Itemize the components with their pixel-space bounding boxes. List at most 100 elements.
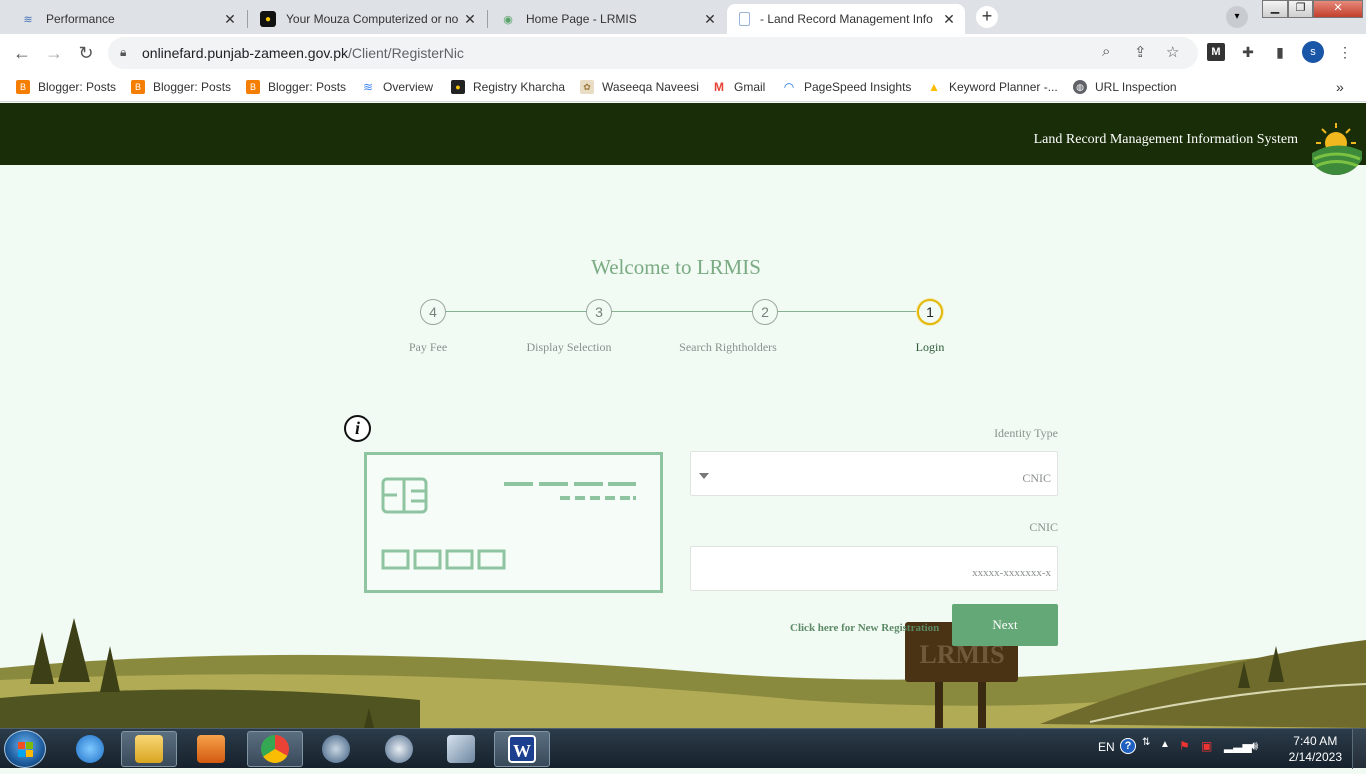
system-tray: EN ? ⇅ ▲ ⚑ ▣ ▂▃▅ 🔊︎ 7:40 AM 2/14/2023 bbox=[1076, 729, 1366, 769]
bookmark-star-icon[interactable]: ☆ bbox=[1166, 43, 1179, 61]
close-icon[interactable]: ✕ bbox=[700, 11, 720, 28]
network-warning-icon[interactable]: ▣ bbox=[1201, 739, 1212, 753]
extensions-puzzle-icon[interactable]: ✚ bbox=[1239, 43, 1257, 61]
taskbar-media-center[interactable] bbox=[308, 731, 364, 767]
lrmis-logo bbox=[1306, 113, 1366, 175]
bookmark-keyword-planner[interactable]: ▲ Keyword Planner -... bbox=[927, 77, 1058, 97]
windows-logo-icon bbox=[18, 742, 33, 757]
overview-icon: ≋ bbox=[362, 80, 374, 94]
lock-icon[interactable]: 🔒︎ bbox=[120, 45, 126, 60]
tab-title: Home Page - LRMIS bbox=[526, 12, 637, 26]
bookmark-label: PageSpeed Insights bbox=[804, 80, 912, 94]
share-icon[interactable]: ⇪ bbox=[1134, 43, 1147, 61]
folder-icon bbox=[135, 735, 163, 763]
bookmark-waseeqa-naveesi[interactable]: ✿ Waseeqa Naveesi bbox=[580, 77, 699, 97]
blogger-icon: B bbox=[246, 80, 260, 94]
bookmark-url-inspection[interactable]: ◍ URL Inspection bbox=[1073, 77, 1177, 97]
bookmark-label: Blogger: Posts bbox=[268, 80, 347, 94]
bookmarks-overflow-icon[interactable]: » bbox=[1336, 77, 1344, 97]
keyboard-settings-icon[interactable]: ⇅ bbox=[1142, 737, 1150, 748]
cnic-input[interactable]: xxxxx-xxxxxxx-x bbox=[690, 546, 1058, 591]
volume-icon[interactable]: 🔊︎ bbox=[1250, 738, 1258, 754]
action-center-flag-icon[interactable]: ⚑ bbox=[1179, 739, 1190, 753]
minimize-button[interactable]: ▁ bbox=[1262, 0, 1288, 18]
show-desktop-button[interactable] bbox=[1352, 729, 1366, 769]
close-icon[interactable]: ✕ bbox=[460, 11, 480, 28]
yellow-app-icon: ● bbox=[260, 11, 276, 27]
tab-performance[interactable]: ≋ Performance ✕ bbox=[8, 4, 246, 34]
id-card-illustration bbox=[364, 452, 663, 593]
help-icon[interactable]: ? bbox=[1120, 738, 1136, 754]
forward-arrow-icon[interactable]: → bbox=[42, 42, 66, 66]
word-icon: W bbox=[508, 735, 536, 763]
language-indicator[interactable]: EN bbox=[1098, 740, 1115, 754]
browser-toolbar: ← → ↻ 🔒︎ onlinefard.punjab-zameen.gov.pk… bbox=[0, 34, 1366, 72]
bookmark-label: Blogger: Posts bbox=[153, 80, 232, 94]
bookmark-pagespeed[interactable]: ◠ PageSpeed Insights bbox=[782, 77, 912, 97]
start-button[interactable] bbox=[4, 730, 46, 768]
taskbar-chrome[interactable] bbox=[247, 731, 303, 767]
tab-lrmis-home[interactable]: ◉ Home Page - LRMIS ✕ bbox=[488, 4, 726, 34]
cnic-placeholder: xxxxx-xxxxxxx-x bbox=[972, 567, 1051, 579]
bookmark-label: Gmail bbox=[734, 80, 766, 94]
window-close-button[interactable]: ✕ bbox=[1313, 0, 1363, 18]
back-arrow-icon[interactable]: ← bbox=[10, 42, 34, 66]
taskbar-app-tool[interactable] bbox=[433, 731, 489, 767]
clock[interactable]: 7:40 AM 2/14/2023 bbox=[1289, 733, 1342, 765]
doc-icon bbox=[739, 12, 750, 26]
taskbar-internet-explorer[interactable] bbox=[62, 731, 118, 767]
id-card-graphic bbox=[381, 477, 636, 570]
landscape-illustration: LRMIS bbox=[0, 618, 1366, 728]
helmet-icon bbox=[385, 735, 413, 763]
new-tab-button[interactable]: + bbox=[976, 6, 998, 28]
tab-land-record-active[interactable]: - Land Record Management Info ✕ bbox=[727, 4, 965, 34]
tab-search-button[interactable]: ▾ bbox=[1226, 6, 1248, 28]
gmail-icon: M bbox=[714, 80, 724, 94]
signal-strength-icon[interactable]: ▂▃▅ bbox=[1224, 739, 1252, 753]
site-header: Land Record Management Information Syste… bbox=[0, 103, 1366, 165]
info-icon[interactable]: i bbox=[344, 415, 371, 442]
tab-title: Your Mouza Computerized or no bbox=[286, 12, 459, 26]
site-title: Land Record Management Information Syste… bbox=[1033, 132, 1298, 147]
bookmark-overview[interactable]: ≋ Overview bbox=[361, 77, 433, 97]
bookmark-registry-kharcha[interactable]: ● Registry Kharcha bbox=[451, 77, 565, 97]
close-icon[interactable]: ✕ bbox=[220, 11, 240, 28]
tab-mouza[interactable]: ● Your Mouza Computerized or no ✕ bbox=[248, 4, 486, 34]
show-hidden-icons-icon[interactable]: ▲ bbox=[1160, 739, 1170, 750]
bookmarks-bar: B Blogger: Posts B Blogger: Posts B Blogger… bbox=[0, 72, 1366, 102]
keyword-planner-icon: ▲ bbox=[928, 80, 940, 94]
profile-avatar[interactable]: s bbox=[1302, 41, 1324, 63]
next-button[interactable]: Next bbox=[952, 604, 1058, 646]
restore-button[interactable]: ❐ bbox=[1288, 0, 1313, 18]
bookmark-blogger-2[interactable]: B Blogger: Posts bbox=[131, 77, 231, 97]
taskbar-app-helmet[interactable] bbox=[371, 731, 427, 767]
lrmis-icon: ◉ bbox=[503, 13, 513, 26]
address-url[interactable]: onlinefard.punjab-zameen.gov.pk/Client/R… bbox=[142, 45, 464, 61]
internet-explorer-icon bbox=[76, 735, 104, 763]
welcome-heading: Welcome to LRMIS bbox=[591, 255, 761, 279]
tab-title: Performance bbox=[46, 12, 115, 26]
reload-icon[interactable]: ↻ bbox=[74, 42, 98, 66]
side-panel-icon[interactable]: ▮ bbox=[1271, 43, 1289, 61]
identity-type-value: CNIC bbox=[1022, 471, 1051, 485]
bookmark-gmail[interactable]: M Gmail bbox=[712, 77, 765, 97]
step-circle-login-active: 1 bbox=[917, 299, 943, 325]
url-path: /Client/RegisterNic bbox=[348, 45, 464, 61]
taskbar-file-explorer[interactable] bbox=[121, 731, 177, 767]
zoom-search-icon[interactable]: ⌕ bbox=[1102, 43, 1110, 60]
bookmark-blogger-1[interactable]: B Blogger: Posts bbox=[16, 77, 116, 97]
step-progress-line bbox=[434, 311, 931, 312]
identity-type-select[interactable]: CNIC bbox=[690, 451, 1058, 496]
waseeqa-icon: ✿ bbox=[580, 80, 594, 94]
browser-menu-icon[interactable]: ⋮ bbox=[1336, 43, 1354, 61]
new-registration-link[interactable]: Click here for New Registration bbox=[790, 622, 939, 634]
step-label-search-rightholders: Search Rightholders bbox=[679, 340, 777, 354]
step-label-pay-fee: Pay Fee bbox=[408, 340, 448, 354]
close-icon[interactable]: ✕ bbox=[939, 11, 959, 28]
url-host: onlinefard.punjab-zameen.gov.pk bbox=[142, 45, 348, 61]
taskbar-word[interactable]: W bbox=[494, 731, 550, 767]
m-extension-icon[interactable]: M bbox=[1207, 43, 1225, 61]
taskbar-media-player[interactable] bbox=[183, 731, 239, 767]
address-bar[interactable]: 🔒︎ onlinefard.punjab-zameen.gov.pk/Clien… bbox=[108, 37, 1198, 69]
bookmark-blogger-3[interactable]: B Blogger: Posts bbox=[246, 77, 346, 97]
